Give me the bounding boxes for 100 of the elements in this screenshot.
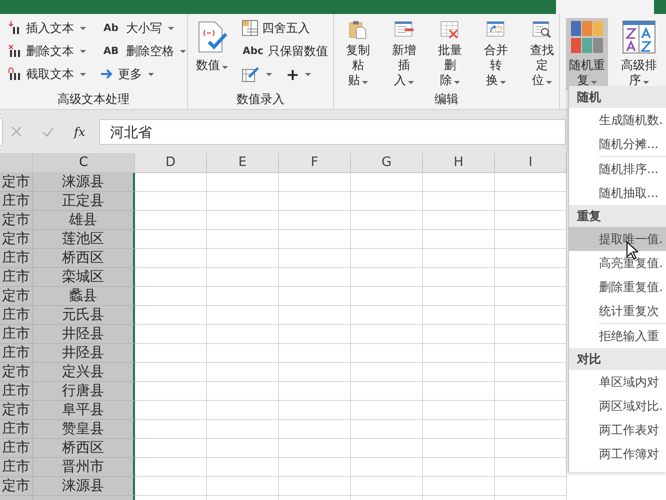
column-header[interactable]: E — [207, 153, 279, 173]
menu-item[interactable]: 随机抽取... — [569, 181, 666, 205]
menu-item[interactable]: 生成随机数. — [569, 108, 666, 132]
table-cell: 定市 — [0, 211, 33, 230]
table-cell — [207, 344, 279, 363]
column-header[interactable]: I — [495, 153, 567, 173]
table-cell — [423, 439, 495, 458]
table-cell — [423, 192, 495, 211]
check-icon[interactable] — [42, 126, 54, 136]
table-cell — [279, 458, 351, 477]
table-cell: 庄市 — [0, 420, 33, 439]
table-cell — [423, 211, 495, 230]
ribbon-large-button[interactable]: 随机重 复 — [566, 18, 608, 90]
ribbon-large-button[interactable]: 批量删 除 — [432, 18, 468, 90]
table-cell — [207, 382, 279, 401]
menu-item[interactable]: 删除重复值. — [569, 275, 666, 299]
column-header[interactable]: G — [351, 153, 423, 173]
table-cell: 雄县 — [33, 211, 135, 230]
table-cell: 正定县 — [33, 192, 135, 211]
menu-item[interactable]: 两工作表对 — [569, 418, 666, 442]
table-cell — [495, 230, 567, 249]
ribbon-button[interactable]: AB 删除空格 — [98, 41, 188, 61]
cancel-icon[interactable] — [11, 126, 22, 137]
column-header[interactable] — [0, 153, 33, 173]
menu-item[interactable]: 随机分摊... — [569, 132, 666, 156]
table-cell — [351, 401, 423, 420]
menu-item[interactable]: 提取唯一值. — [569, 227, 666, 251]
ribbon-large-button[interactable]: 复制粘 贴 — [340, 18, 376, 90]
table-percent-icon — [242, 20, 258, 36]
table-cell — [135, 477, 207, 496]
table-cell — [351, 458, 423, 477]
table-cell — [207, 420, 279, 439]
group-label: 高级文本处理 — [56, 91, 130, 108]
table-cell: 庄市 — [0, 458, 33, 477]
delete-text-icon — [8, 44, 22, 58]
table-cell — [423, 230, 495, 249]
menu-item[interactable]: 单区域内对 — [569, 370, 666, 394]
menu-item[interactable]: 高亮重复值. — [569, 251, 666, 275]
table-cell — [279, 344, 351, 363]
table-cell: 定市 — [0, 363, 33, 382]
ribbon-button[interactable] — [240, 64, 274, 84]
menu-item[interactable]: 拒绝输入重 — [569, 324, 666, 348]
table-cell — [135, 268, 207, 287]
table-cell — [279, 363, 351, 382]
menu-item[interactable]: 统计重复次 — [569, 299, 666, 323]
table-cell — [351, 325, 423, 344]
table-cell — [351, 382, 423, 401]
table-cell — [495, 401, 567, 420]
ribbon-button[interactable]: 更多 — [98, 64, 188, 84]
ribbon-button[interactable]: 删除文本 — [6, 41, 88, 61]
ribbon-large-button[interactable]: 新增插 入 — [386, 18, 422, 90]
column-header[interactable]: H — [423, 153, 495, 173]
column-header[interactable]: F — [279, 153, 351, 173]
ribbon-large-button[interactable]: 合并转 换 — [478, 18, 514, 90]
table-cell: 涞源县 — [33, 173, 135, 192]
table-cell — [423, 458, 495, 477]
table-cell — [495, 287, 567, 306]
menu-item[interactable]: 两区域对比. — [569, 394, 666, 418]
table-cell: 庄市 — [0, 439, 33, 458]
table-cell: 定市 — [0, 230, 33, 249]
table-cell — [423, 325, 495, 344]
ribbon-button[interactable]: Ab 大小写 — [98, 18, 188, 38]
pencil-grid-icon — [242, 66, 260, 82]
table-cell: 庄市 — [0, 268, 33, 287]
table-cell — [207, 401, 279, 420]
table-cell — [135, 344, 207, 363]
menu-item[interactable]: 随机排序... — [569, 157, 666, 181]
table-cell — [495, 211, 567, 230]
formula-field[interactable]: 河北省 — [99, 118, 566, 144]
ribbon-large-button[interactable]: 数值 — [194, 18, 230, 90]
cut-text-icon — [8, 67, 22, 81]
ribbon-large-button[interactable]: 查找定 位 — [524, 18, 560, 90]
table-cell — [207, 477, 279, 496]
ribbon-button[interactable]: 四舍五入 — [240, 18, 330, 38]
column-header[interactable]: C — [33, 153, 135, 173]
menu-section-header: 随机 — [569, 86, 666, 108]
table-cell — [207, 249, 279, 268]
table-cell — [135, 382, 207, 401]
ribbon-button[interactable]: + — [284, 64, 314, 84]
table-cell: 行唐县 — [33, 382, 135, 401]
table-cell — [495, 192, 567, 211]
table-cell: 庄市 — [0, 306, 33, 325]
insert-function-button[interactable]: fx — [74, 124, 86, 138]
ribbon-button[interactable]: 截取文本 — [6, 64, 88, 84]
table-cell — [495, 420, 567, 439]
ribbon-button[interactable]: 插入文本 — [6, 18, 88, 38]
table-cell — [279, 306, 351, 325]
glyph-icon: Abc — [242, 46, 264, 56]
table-cell: 莲池区 — [33, 230, 135, 249]
menu-item[interactable]: 两工作簿对 — [569, 442, 666, 466]
table-cell — [279, 249, 351, 268]
table-cell — [495, 306, 567, 325]
ribbon-button[interactable]: Abc 只保留数值 — [240, 41, 330, 61]
column-header[interactable]: D — [135, 153, 207, 173]
table-cell — [495, 325, 567, 344]
table-cell — [495, 382, 567, 401]
group-label: 数值录入 — [236, 91, 286, 108]
table-cell — [351, 477, 423, 496]
table-cell — [207, 287, 279, 306]
table-cell — [279, 325, 351, 344]
